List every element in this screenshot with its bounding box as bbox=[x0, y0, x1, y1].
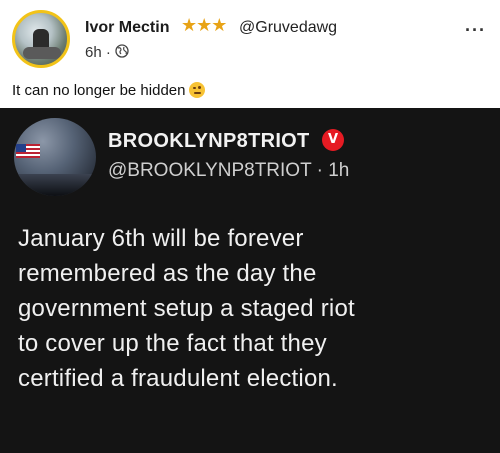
post-caption: It can no longer be hidden bbox=[12, 82, 206, 99]
tweet-line: January 6th will be forever bbox=[18, 225, 304, 252]
tweet-body: January 6th will be forever remembered a… bbox=[18, 221, 498, 396]
more-options-icon[interactable]: ··· bbox=[465, 20, 486, 41]
flag-icon bbox=[16, 144, 40, 158]
author-avatar[interactable] bbox=[12, 10, 70, 68]
avatar-motorcycle bbox=[23, 47, 61, 59]
tweet-avatar bbox=[14, 118, 96, 196]
tweet-handle: @BROOKLYNP8TRIOT · 1h bbox=[108, 160, 350, 181]
globe-icon bbox=[115, 44, 129, 58]
embedded-tweet-screenshot[interactable]: BROOKLYNP8TRIOT V @BROOKLYNP8TRIOT · 1h … bbox=[0, 108, 500, 453]
avatar-crowd bbox=[14, 174, 96, 196]
caption-text: It can no longer be hidden bbox=[12, 82, 186, 99]
tweet-author-name: BROOKLYNP8TRIOT bbox=[108, 130, 310, 152]
author-name[interactable]: Ivor Mectin bbox=[85, 19, 169, 37]
tweet-line: certified a fraudulent election. bbox=[18, 365, 338, 392]
tweet-line: to cover up the fact that they bbox=[18, 330, 327, 357]
winking-face-emoji-icon bbox=[189, 82, 206, 98]
post-header: Ivor Mectin ★★★ @Gruvedawg 6h · ··· bbox=[0, 0, 500, 72]
author-handle[interactable]: @Gruvedawg bbox=[239, 19, 337, 37]
tweet-line: government setup a staged riot bbox=[18, 295, 355, 322]
tweet-line: remembered as the day the bbox=[18, 260, 317, 287]
verified-badge-icon: V bbox=[322, 129, 344, 151]
post-timestamp[interactable]: 6h · bbox=[85, 44, 111, 61]
star-icon: ★★★ bbox=[181, 15, 227, 35]
